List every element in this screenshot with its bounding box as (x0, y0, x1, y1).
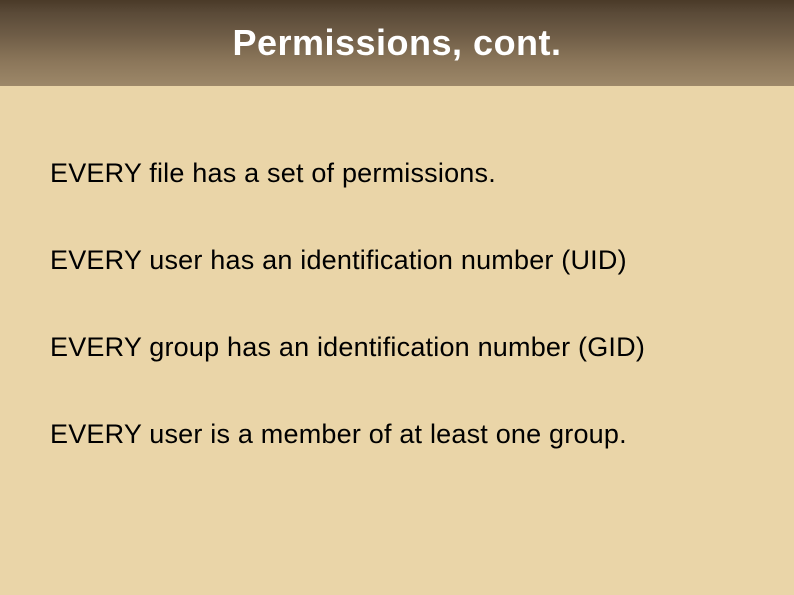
title-bar: Permissions, cont. (0, 0, 794, 86)
body-line: EVERY group has an identification number… (50, 332, 744, 363)
slide-title: Permissions, cont. (232, 22, 561, 64)
body-line: EVERY file has a set of permissions. (50, 158, 744, 189)
slide: Permissions, cont. EVERY file has a set … (0, 0, 794, 595)
body-line: EVERY user is a member of at least one g… (50, 419, 744, 450)
slide-content: EVERY file has a set of permissions. EVE… (0, 86, 794, 450)
body-line: EVERY user has an identification number … (50, 245, 744, 276)
